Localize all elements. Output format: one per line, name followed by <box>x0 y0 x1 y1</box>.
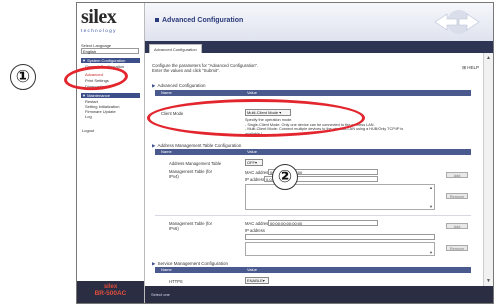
title-marker-icon <box>155 18 159 23</box>
ip-address-input-ipv6[interactable] <box>245 234 435 240</box>
triangle-right-icon: ▶ <box>152 143 156 148</box>
logo-tagline: technology <box>81 28 117 33</box>
col-value: Value <box>247 90 257 95</box>
ip-label-ipv6: IP address <box>245 228 265 233</box>
mac-address-input-ipv6[interactable]: 00:00:00:00:00:00 <box>268 220 378 226</box>
section-address-title: Address Management Table Configuration <box>157 143 242 148</box>
scroll-down-icon[interactable]: ▼ <box>486 278 491 284</box>
chevron-down-icon: ▾ <box>255 160 258 165</box>
scroll-down-icon[interactable]: ▼ <box>429 250 433 255</box>
tab-bar: Advanced Configuration <box>145 41 493 54</box>
menu-item-log[interactable]: Log <box>85 114 92 119</box>
nav-arrows-icon <box>434 10 480 34</box>
menu-system-configuration[interactable]: ▼ System Configuration <box>81 58 140 63</box>
divider <box>155 215 471 216</box>
browser-window: silex technology Select Language English… <box>76 2 494 304</box>
chevron-down-icon: ▾ <box>262 278 265 283</box>
mac-label: MAC address <box>245 170 271 175</box>
help-link[interactable]: ⊞ HELP <box>462 65 479 71</box>
address-table-select[interactable]: OFF▾ <box>245 159 263 166</box>
https-select[interactable]: ENABLE▾ <box>245 277 269 284</box>
logo-wordmark: silex <box>81 6 117 28</box>
page-header: Advanced Configuration <box>145 3 493 42</box>
mgmt-ipv4-label: Management Table (for IPv4) <box>169 169 212 179</box>
address-table-value: OFF <box>247 160 255 165</box>
mgmt-ipv6-label-line2: IPv6) <box>169 226 179 231</box>
https-value: ENABLE <box>247 278 263 283</box>
scroll-up-icon[interactable]: ▲ <box>429 185 433 190</box>
brand-footer: silex BR-500AC <box>77 281 144 303</box>
footer-model: BR-500AC <box>94 290 127 297</box>
section-service-title: Service Management Configuration <box>157 261 229 266</box>
sidebar: silex technology Select Language English… <box>77 3 145 303</box>
remove-button-ipv6[interactable]: Remove <box>446 245 468 251</box>
page-title: Advanced Configuration <box>155 17 243 24</box>
col-value: Value <box>247 267 257 272</box>
language-select[interactable]: English <box>81 48 139 54</box>
status-bar: Select one <box>145 286 493 303</box>
help-label: HELP <box>467 65 479 70</box>
content-area: Configure the parameters for "Advanced C… <box>145 53 483 286</box>
highlight-ring-client-mode <box>147 99 365 137</box>
callout-step-2: ② <box>272 164 298 190</box>
ipv4-list[interactable]: ▲ ▼ <box>245 184 435 210</box>
col-value: Value <box>247 149 257 154</box>
table-header: Name Value <box>155 149 471 155</box>
remove-button[interactable]: Remove <box>446 193 468 199</box>
mgmt-ipv4-label-line2: IPv4) <box>169 174 179 179</box>
table-header: Name Value <box>155 90 471 96</box>
ip-label: IP address <box>245 177 265 182</box>
address-table-label: Address Management Table <box>169 161 222 166</box>
col-name: Name <box>161 149 172 154</box>
main-panel: Advanced Configuration Advanced Configur… <box>145 3 493 303</box>
section-advanced-title: Advanced Configuration <box>157 83 206 88</box>
triangle-right-icon: ▶ <box>152 261 156 266</box>
section-advanced: ▶ Advanced Configuration <box>152 83 206 89</box>
scroll-up-icon[interactable]: ▲ <box>486 55 491 61</box>
https-label: HTTPS <box>169 279 183 284</box>
triangle-right-icon: ▶ <box>152 83 156 88</box>
mgmt-ipv6-label: Management Table (for IPv6) <box>169 221 212 231</box>
col-name: Name <box>161 267 172 272</box>
callout-step-1: ① <box>10 64 36 90</box>
add-button-ipv6[interactable]: Add <box>446 223 468 229</box>
intro-line-2: Enter the values and click "Submit". <box>152 68 220 73</box>
silex-logo: silex technology <box>81 7 139 33</box>
table-header: Name Value <box>155 267 471 273</box>
menu-item-logout[interactable]: Logout <box>82 128 94 133</box>
col-name: Name <box>161 90 172 95</box>
help-icon: ⊞ <box>462 65 466 70</box>
intro-text: Configure the parameters for "Advanced C… <box>152 63 258 73</box>
scroll-down-icon[interactable]: ▼ <box>429 204 433 209</box>
ipv6-list[interactable]: ▼ <box>245 242 435 256</box>
menu-maintenance[interactable]: ▼ Maintenance <box>81 93 140 98</box>
add-button[interactable]: Add <box>446 172 468 178</box>
page-title-text: Advanced Configuration <box>162 17 244 24</box>
mac-label-ipv6: MAC address <box>245 221 271 226</box>
vertical-scrollbar[interactable]: ▲ ▼ <box>483 53 493 286</box>
